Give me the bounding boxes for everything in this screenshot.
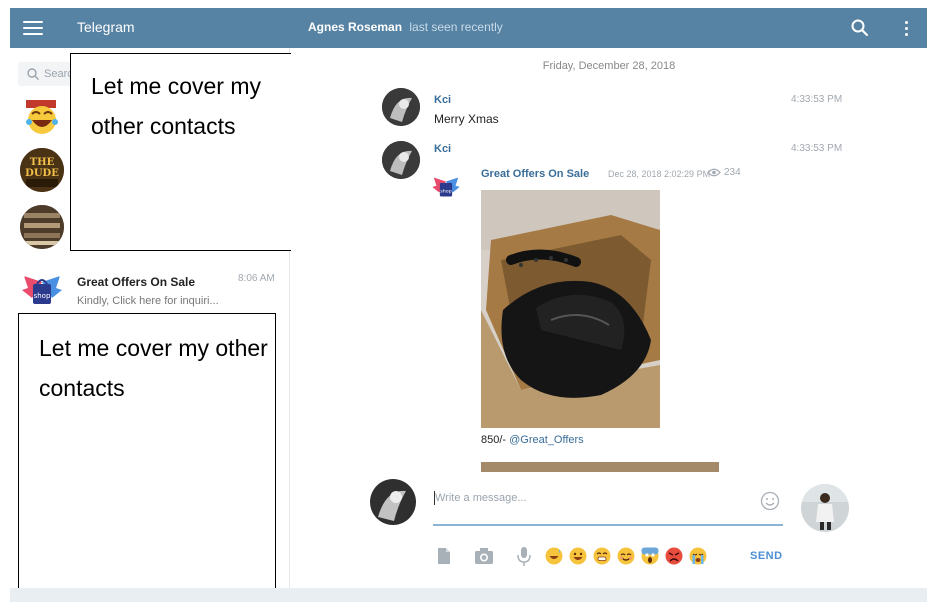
send-button[interactable]: SEND <box>750 550 783 562</box>
chat-avatar-laughing[interactable] <box>20 100 64 140</box>
emoji-picker-icon[interactable] <box>760 491 780 511</box>
svg-text:shop: shop <box>440 188 451 194</box>
app-title: Telegram <box>77 19 135 35</box>
cover-note-box: Let me cover my other contacts <box>18 313 276 589</box>
emoji-scream-icon[interactable] <box>641 547 659 565</box>
emoji-sweat-smile-icon[interactable] <box>545 547 563 565</box>
composer-toolbar: SEND <box>433 545 853 569</box>
menu-hamburger-icon[interactable] <box>23 20 43 36</box>
message-placeholder: Write a message... <box>435 492 527 504</box>
cover-note-box: Let me cover my other contacts <box>70 53 301 251</box>
emoji-angry-icon[interactable] <box>665 547 683 565</box>
channel-link[interactable]: @Great_Offers <box>509 434 584 446</box>
peer-info[interactable]: Agnes Roseman last seen recently <box>308 20 503 34</box>
bottom-strip <box>10 588 927 602</box>
search-input[interactable]: Search <box>18 62 78 86</box>
message-text: Merry Xmas <box>434 112 499 126</box>
chat-area: Friday, December 28, 2018 Kci 4:33:53 PM… <box>291 48 927 588</box>
cover-note-text: Let me cover my other contacts <box>39 335 268 401</box>
message-input[interactable]: Write a message... <box>433 480 783 526</box>
search-small-icon <box>27 68 39 80</box>
message-author[interactable]: Kci <box>434 143 451 155</box>
search-icon[interactable] <box>850 18 870 38</box>
emoji-beaming-icon[interactable] <box>593 547 611 565</box>
peer-status: last seen recently <box>409 20 503 34</box>
emoji-blush-icon[interactable] <box>617 547 635 565</box>
peer-avatar[interactable] <box>801 484 849 532</box>
message-time: 4:33:53 PM <box>791 94 843 105</box>
eye-icon <box>707 168 721 177</box>
forwarded-from-name[interactable]: Great Offers On Sale <box>481 168 589 180</box>
cover-note-text: Let me cover my other contacts <box>91 73 261 139</box>
more-vertical-icon[interactable] <box>900 18 912 38</box>
author-avatar[interactable] <box>382 141 420 179</box>
view-count: 234 <box>707 167 741 178</box>
message-time: 4:33:53 PM <box>791 143 843 154</box>
telegram-window: Telegram Agnes Roseman last seen recentl… <box>10 8 927 589</box>
svg-text:DUDE: DUDE <box>25 168 59 179</box>
chat-time: 8:06 AM <box>238 273 275 284</box>
price-text: 850/- <box>481 434 507 446</box>
shop-avatar-icon: shop <box>20 268 64 312</box>
attach-file-icon[interactable] <box>433 545 455 567</box>
author-avatar[interactable] <box>382 88 420 126</box>
shoe-photo[interactable] <box>481 190 660 428</box>
microphone-icon[interactable] <box>513 545 535 567</box>
chat-preview: Kindly, Click here for inquiri... <box>77 295 219 307</box>
top-bar: Telegram Agnes Roseman last seen recentl… <box>10 8 927 48</box>
svg-text:THE: THE <box>30 157 55 168</box>
peer-name[interactable]: Agnes Roseman <box>308 20 402 34</box>
shop-avatar-icon[interactable]: shop <box>431 172 461 202</box>
forwarded-date: Dec 28, 2018 2:02:29 PM <box>608 169 711 179</box>
view-count-value: 234 <box>724 167 741 178</box>
message-author[interactable]: Kci <box>434 94 451 106</box>
chat-avatar-shelf[interactable] <box>20 205 64 249</box>
photo-caption: 850/- @Great_Offers <box>481 434 584 446</box>
chat-name: Great Offers On Sale <box>77 275 196 289</box>
emoji-grin-icon[interactable] <box>569 547 587 565</box>
chat-item-great-offers[interactable]: shop Great Offers On Sale 8:06 AM Kindly… <box>10 258 289 312</box>
chat-avatar-the-dude[interactable]: THE DUDE <box>20 148 64 192</box>
camera-icon[interactable] <box>473 545 495 567</box>
emoji-sob-icon[interactable] <box>689 547 707 565</box>
my-avatar[interactable] <box>370 479 416 525</box>
svg-text:shop: shop <box>34 292 51 300</box>
next-photo-peek[interactable] <box>481 462 719 472</box>
date-separator: Friday, December 28, 2018 <box>542 60 676 72</box>
